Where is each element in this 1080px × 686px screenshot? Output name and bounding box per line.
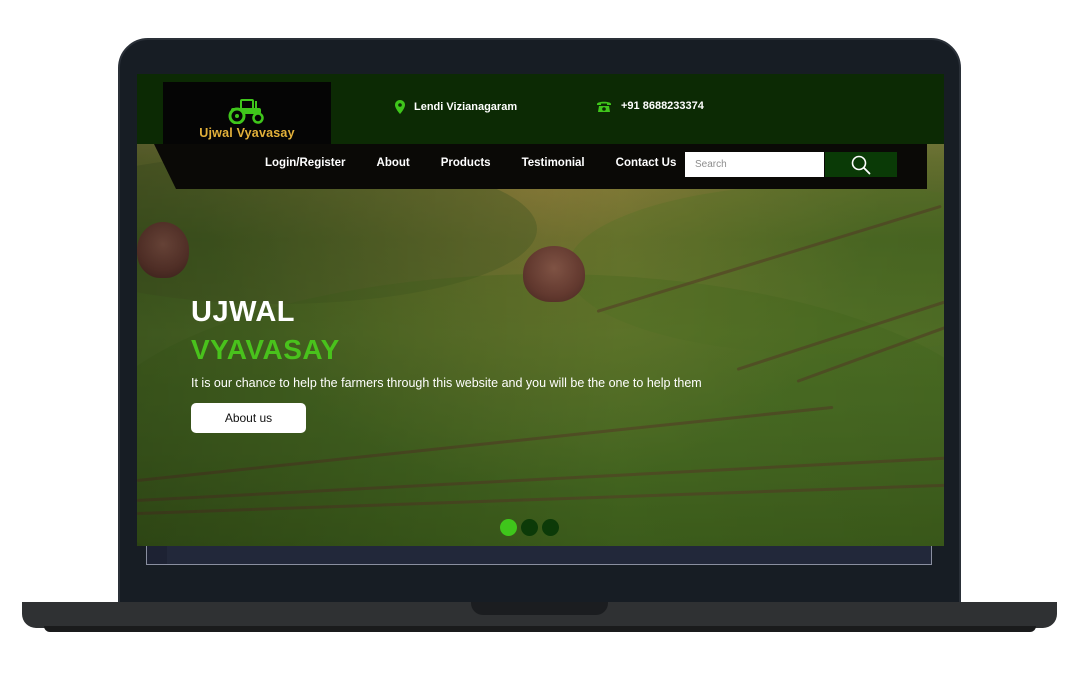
map-pin-icon xyxy=(395,100,405,114)
phone-info: +91 8688233374 xyxy=(596,100,704,112)
search-icon xyxy=(851,155,871,174)
search-button[interactable] xyxy=(825,152,897,177)
hero-title-line2: VYAVASAY xyxy=(191,334,340,365)
carousel-dot-3[interactable] xyxy=(542,519,559,536)
screen-bezel-bottom xyxy=(146,546,932,565)
main-nav: Login/Register About Products Testimonia… xyxy=(154,144,927,189)
brand-name: Ujwal Vyavasay xyxy=(199,126,295,140)
nav-testimonial[interactable]: Testimonial xyxy=(522,157,585,169)
laptop-base-shadow xyxy=(44,626,1036,632)
nav-links: Login/Register About Products Testimonia… xyxy=(265,157,707,169)
tractor-icon xyxy=(228,99,264,124)
search-input[interactable] xyxy=(685,152,824,177)
carousel-dot-2[interactable] xyxy=(521,519,538,536)
phone-text: +91 8688233374 xyxy=(621,100,704,112)
nav-login-register[interactable]: Login/Register xyxy=(265,157,346,169)
nav-products[interactable]: Products xyxy=(441,157,491,169)
logo[interactable]: Ujwal Vyavasay xyxy=(163,82,331,144)
laptop-notch xyxy=(471,602,608,615)
carousel-indicators xyxy=(500,519,559,536)
hero-title-line1: UJWAL xyxy=(191,296,295,328)
nav-about[interactable]: About xyxy=(377,157,410,169)
nav-contact-us[interactable]: Contact Us xyxy=(616,157,677,169)
hero-subtitle: It is our chance to help the farmers thr… xyxy=(191,376,702,390)
location-text: Lendi Vizianagaram xyxy=(414,101,518,113)
carousel-dot-1[interactable] xyxy=(500,519,517,536)
location-info: Lendi Vizianagaram xyxy=(395,100,517,114)
about-us-button[interactable]: About us xyxy=(191,403,306,433)
phone-icon xyxy=(597,101,611,112)
browser-viewport: Ujwal Vyavasay Lendi Vizianagaram +91 86… xyxy=(137,74,944,546)
